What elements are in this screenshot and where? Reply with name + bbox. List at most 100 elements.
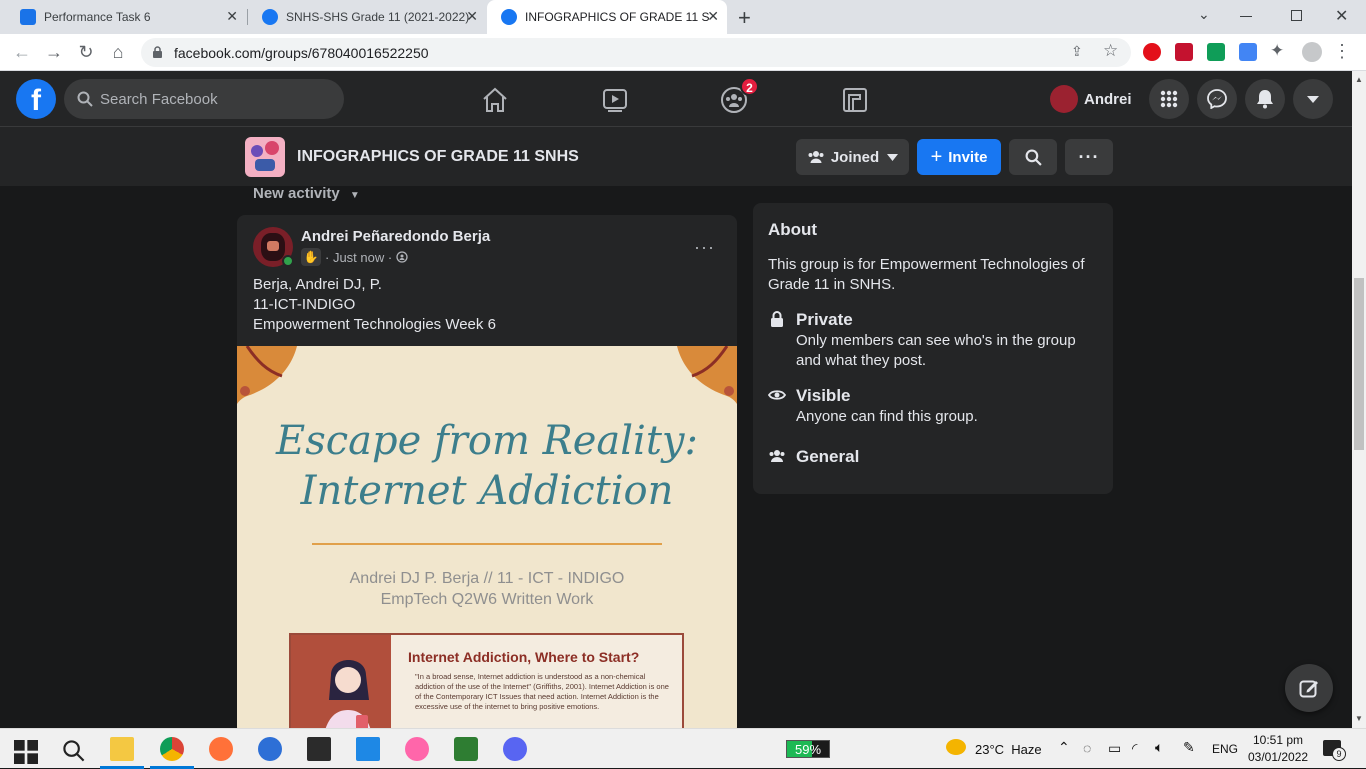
- page-scrollbar[interactable]: ▲ ▼: [1352, 71, 1366, 728]
- browser-tab-snhs[interactable]: SNHS-SHS Grade 11 (2021-2022) ✕: [248, 0, 486, 34]
- thunderbird-icon[interactable]: [258, 737, 282, 761]
- chrome-icon[interactable]: [160, 737, 184, 761]
- compose-icon: [1299, 680, 1318, 698]
- group-search-button[interactable]: [1009, 139, 1057, 175]
- search-bar[interactable]: [64, 79, 344, 119]
- battery-icon[interactable]: ▭: [1108, 740, 1121, 757]
- caret-down-icon: [1307, 96, 1319, 103]
- close-tab-icon[interactable]: ✕: [226, 8, 238, 25]
- reload-icon[interactable]: ↻: [74, 40, 98, 64]
- app-icon[interactable]: [454, 737, 478, 761]
- search-icon: [1025, 149, 1042, 166]
- new-tab-icon[interactable]: +: [738, 5, 751, 31]
- post-author[interactable]: Andrei Peñaredondo Berja: [301, 228, 490, 245]
- weather-text[interactable]: 23°C Haze: [975, 742, 1042, 757]
- messenger-button[interactable]: [1197, 79, 1237, 119]
- battery-percent: 59%: [795, 742, 822, 757]
- classroom-icon: [20, 9, 36, 25]
- scrollbar-thumb[interactable]: [1354, 278, 1364, 450]
- post-text-line: Berja, Andrei DJ, P.: [253, 276, 382, 293]
- language-indicator[interactable]: ENG: [1212, 742, 1238, 756]
- restore-icon[interactable]: [1291, 10, 1302, 21]
- close-tab-icon[interactable]: ✕: [466, 8, 478, 25]
- new-message-button[interactable]: [1285, 664, 1333, 712]
- translate-extension-icon[interactable]: [1239, 43, 1257, 61]
- osu-icon[interactable]: [405, 737, 429, 761]
- scroll-down-icon[interactable]: ▼: [1355, 714, 1363, 723]
- taskbar-search-icon[interactable]: [62, 739, 86, 763]
- profile-name[interactable]: Andrei: [1084, 91, 1132, 108]
- profile-avatar[interactable]: [1050, 85, 1078, 113]
- post-infographic-image[interactable]: Escape from Reality: Internet Addiction …: [237, 346, 737, 735]
- pen-icon[interactable]: ✎: [1183, 739, 1195, 756]
- clock-date[interactable]: 03/01/2022: [1248, 750, 1308, 764]
- terminal-icon[interactable]: [307, 737, 331, 761]
- tab-title: SNHS-SHS Grade 11 (2021-2022): [286, 10, 470, 24]
- eye-icon: [768, 390, 786, 400]
- extension-icon[interactable]: [1175, 43, 1193, 61]
- gaming-icon[interactable]: [840, 85, 870, 115]
- menu-grid-icon: [1160, 90, 1178, 108]
- tab-search-icon[interactable]: ⌄: [1198, 6, 1210, 23]
- about-card: About This group is for Empowerment Tech…: [753, 203, 1113, 494]
- browser-tab-infographics[interactable]: INFOGRAPHICS OF GRADE 11 SNHS ✕: [487, 0, 727, 34]
- firefox-icon[interactable]: [209, 737, 233, 761]
- scroll-up-icon[interactable]: ▲: [1355, 75, 1363, 84]
- file-explorer-icon[interactable]: [110, 737, 134, 761]
- tab-title: INFOGRAPHICS OF GRADE 11 SNHS: [525, 10, 710, 24]
- lock-icon[interactable]: [152, 46, 163, 59]
- show-hidden-icons[interactable]: ⌃: [1058, 739, 1070, 756]
- windows-start-icon[interactable]: [14, 740, 38, 764]
- infographic-subtitle-line: EmpTech Q2W6 Written Work: [380, 591, 594, 608]
- clock-time[interactable]: 10:51 pm: [1253, 733, 1303, 747]
- infographic-section-box: Internet Addiction, Where to Start? "In …: [289, 633, 684, 735]
- browser-tab-performance-task[interactable]: Performance Task 6 ✕: [6, 0, 246, 34]
- bookmark-star-icon[interactable]: ☆: [1103, 41, 1118, 61]
- browser-tab-bar: Performance Task 6 ✕ SNHS-SHS Grade 11 (…: [0, 0, 1366, 34]
- invite-button[interactable]: + Invite: [917, 139, 1001, 175]
- omnibox[interactable]: facebook.com/groups/678040016522250 ⇪ ☆: [141, 38, 1131, 67]
- facebook-logo-icon[interactable]: f: [16, 79, 56, 119]
- account-button[interactable]: [1293, 79, 1333, 119]
- home-icon[interactable]: [480, 85, 510, 115]
- group-title[interactable]: INFOGRAPHICS OF GRADE 11 SNHS: [297, 148, 579, 166]
- post-time[interactable]: Just now: [333, 250, 384, 265]
- post-options-button[interactable]: ···: [694, 237, 715, 258]
- lock-icon: [771, 311, 783, 327]
- group-more-button[interactable]: ···: [1065, 139, 1113, 175]
- battery-meter[interactable]: 59%: [786, 740, 830, 758]
- mandala-ornament-icon: [237, 346, 737, 404]
- feed-sort-dropdown[interactable]: New activity ▼: [253, 185, 360, 202]
- home-icon[interactable]: ⌂: [106, 40, 130, 64]
- menu-button[interactable]: [1149, 79, 1189, 119]
- group-cover-thumbnail[interactable]: [245, 137, 285, 177]
- weather-haze-icon[interactable]: [946, 739, 966, 755]
- search-input[interactable]: [100, 79, 330, 119]
- audience-group-icon[interactable]: [396, 251, 408, 263]
- close-window-icon[interactable]: ✕: [1335, 6, 1348, 26]
- wifi-icon[interactable]: ◜: [1132, 740, 1137, 757]
- back-icon[interactable]: ←: [10, 40, 34, 64]
- notifications-button[interactable]: [1245, 79, 1285, 119]
- vscode-icon[interactable]: [356, 737, 380, 761]
- members-icon: [808, 151, 824, 163]
- profile-icon[interactable]: [1302, 42, 1322, 62]
- privacy-title: Private: [796, 310, 853, 329]
- forward-icon[interactable]: →: [42, 40, 66, 64]
- opera-extension-icon[interactable]: [1143, 43, 1161, 61]
- joined-button[interactable]: Joined: [796, 139, 909, 175]
- discord-icon[interactable]: [503, 737, 527, 761]
- extension-icon[interactable]: [1207, 43, 1225, 61]
- watch-icon[interactable]: [600, 85, 630, 115]
- close-tab-icon[interactable]: ✕: [707, 8, 719, 25]
- joined-label: Joined: [830, 148, 880, 166]
- chrome-menu-icon[interactable]: ⋮: [1333, 40, 1351, 62]
- puzzle-extensions-icon[interactable]: ✦: [1270, 41, 1284, 61]
- volume-icon[interactable]: 🔈︎: [1155, 739, 1163, 756]
- people-icon[interactable]: ◌: [1083, 740, 1091, 756]
- infographic-section-title: Internet Addiction, Where to Start?: [408, 649, 640, 665]
- share-icon[interactable]: ⇪: [1071, 43, 1083, 60]
- facebook-icon: [262, 9, 278, 25]
- infographic-subtitle-line: Andrei DJ P. Berja // 11 - ICT - INDIGO: [349, 570, 625, 587]
- minimize-icon[interactable]: [1240, 16, 1252, 17]
